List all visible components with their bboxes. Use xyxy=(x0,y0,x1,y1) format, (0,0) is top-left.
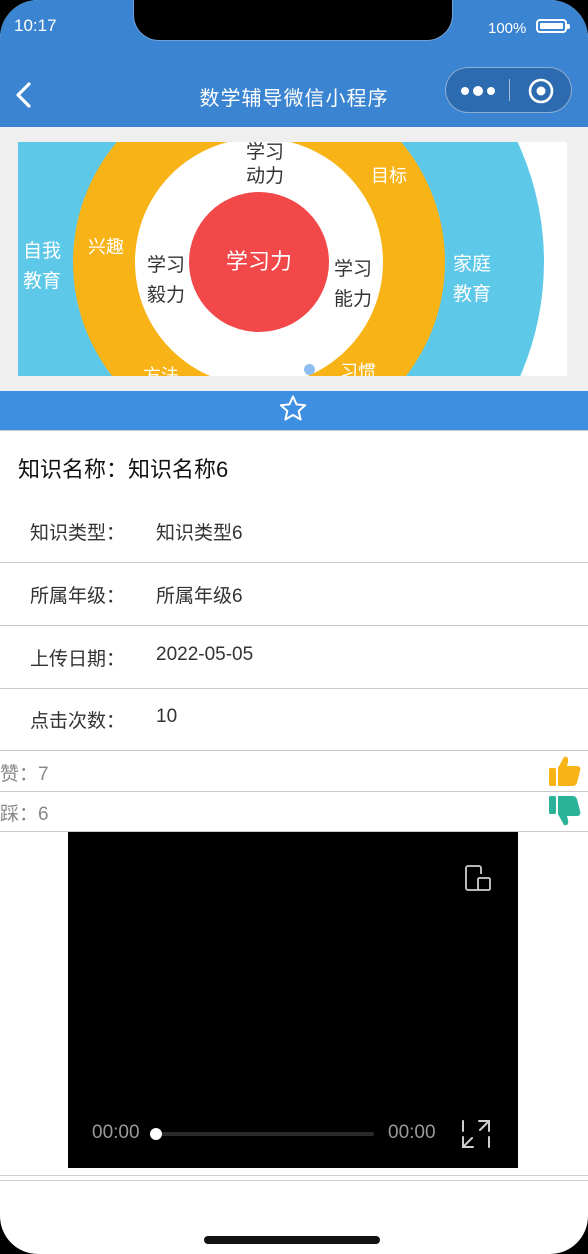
video-progress-knob[interactable] xyxy=(150,1128,162,1140)
more-button[interactable] xyxy=(446,68,509,112)
knowledge-name-label: 知识名称： xyxy=(18,457,129,482)
knowledge-name-value: 知识名称6 xyxy=(128,457,229,482)
target-circle-icon xyxy=(528,78,554,104)
video-progress-bar[interactable] xyxy=(156,1132,374,1136)
diagram-label: 兴趣 xyxy=(88,237,124,258)
info-label: 知识类型： xyxy=(30,523,126,544)
home-indicator[interactable] xyxy=(204,1236,380,1244)
knowledge-name: 知识名称：知识名称6 xyxy=(18,452,228,484)
diagram-core-label: 学习力 xyxy=(226,250,292,275)
learning-power-diagram: 学习力 学习 动力 学习 毅力 学习 能力 兴趣 目标 方法 习惯 自我 教育 … xyxy=(18,142,544,376)
picture-in-picture-icon xyxy=(465,865,491,891)
info-row-type: 知识类型： 知识类型6 xyxy=(0,500,588,563)
info-row-grade: 所属年级： 所属年级6 xyxy=(0,563,588,626)
diagram-label: 动力 xyxy=(246,165,284,187)
info-value: 知识类型6 xyxy=(156,523,243,544)
more-dots-icon xyxy=(461,86,495,96)
video-duration: 00:00 xyxy=(388,1122,436,1143)
like-row: 赞：7 xyxy=(0,751,588,792)
thumbs-up-icon xyxy=(549,756,581,786)
status-time: 10:17 xyxy=(14,16,57,35)
miniprogram-capsule xyxy=(445,67,572,113)
info-row-upload-date: 上传日期： 2022-05-05 xyxy=(0,626,588,689)
diagram-label: 能力 xyxy=(334,288,372,310)
divider xyxy=(0,1175,588,1176)
like-button[interactable] xyxy=(548,754,582,788)
star-outline-icon xyxy=(279,395,307,421)
diagram-label: 学习 xyxy=(147,254,185,276)
phone-screen: 10:17 100% 数学辅导微信小程序 学习力 学习 动力 学习 毅力 学习 … xyxy=(0,0,588,1254)
top-bar: 10:17 100% 数学辅导微信小程序 xyxy=(0,0,588,127)
close-miniprogram-button[interactable] xyxy=(510,68,572,112)
info-value: 10 xyxy=(156,706,178,727)
battery-percentage: 100% xyxy=(488,20,527,37)
dislike-row: 踩：6 xyxy=(0,791,588,832)
info-row-click-count: 点击次数： 10 xyxy=(0,688,588,751)
banner-carousel[interactable]: 学习力 学习 动力 学习 毅力 学习 能力 兴趣 目标 方法 习惯 自我 教育 … xyxy=(0,127,588,391)
notch xyxy=(133,0,453,41)
diagram-label: 毅力 xyxy=(147,284,185,306)
divider xyxy=(0,1180,588,1181)
diagram-label: 学习 xyxy=(246,142,284,163)
like-count: 赞：7 xyxy=(0,764,49,785)
info-value: 所属年级6 xyxy=(156,586,243,607)
battery-icon xyxy=(536,19,570,33)
dislike-button[interactable] xyxy=(548,794,582,828)
diagram-label: 自我 xyxy=(23,240,61,262)
diagram-label: 方法 xyxy=(143,366,179,376)
video-current-time: 00:00 xyxy=(92,1122,140,1143)
diagram-label: 习惯 xyxy=(340,362,376,376)
favorite-button[interactable] xyxy=(278,394,308,424)
diagram-label: 目标 xyxy=(371,166,407,187)
thumbs-down-icon xyxy=(549,796,581,826)
info-label: 上传日期： xyxy=(30,649,126,670)
fullscreen-button[interactable] xyxy=(461,1119,491,1149)
divider xyxy=(0,430,588,431)
info-value: 2022-05-05 xyxy=(156,644,254,665)
diagram-label: 教育 xyxy=(453,283,491,305)
video-player[interactable]: 00:00 00:00 xyxy=(68,832,518,1168)
info-label: 所属年级： xyxy=(30,586,126,607)
diagram-label: 教育 xyxy=(23,270,61,292)
diagram-label: 学习 xyxy=(334,258,372,280)
fullscreen-icon xyxy=(462,1120,490,1148)
diagram-label: 家庭 xyxy=(453,253,491,275)
favorite-bar xyxy=(0,391,588,430)
dislike-count: 踩：6 xyxy=(0,804,49,825)
info-label: 点击次数： xyxy=(30,711,126,732)
carousel-dot[interactable] xyxy=(304,364,315,375)
picture-in-picture-button[interactable] xyxy=(464,863,494,893)
banner-image: 学习力 学习 动力 学习 毅力 学习 能力 兴趣 目标 方法 习惯 自我 教育 … xyxy=(18,142,567,376)
